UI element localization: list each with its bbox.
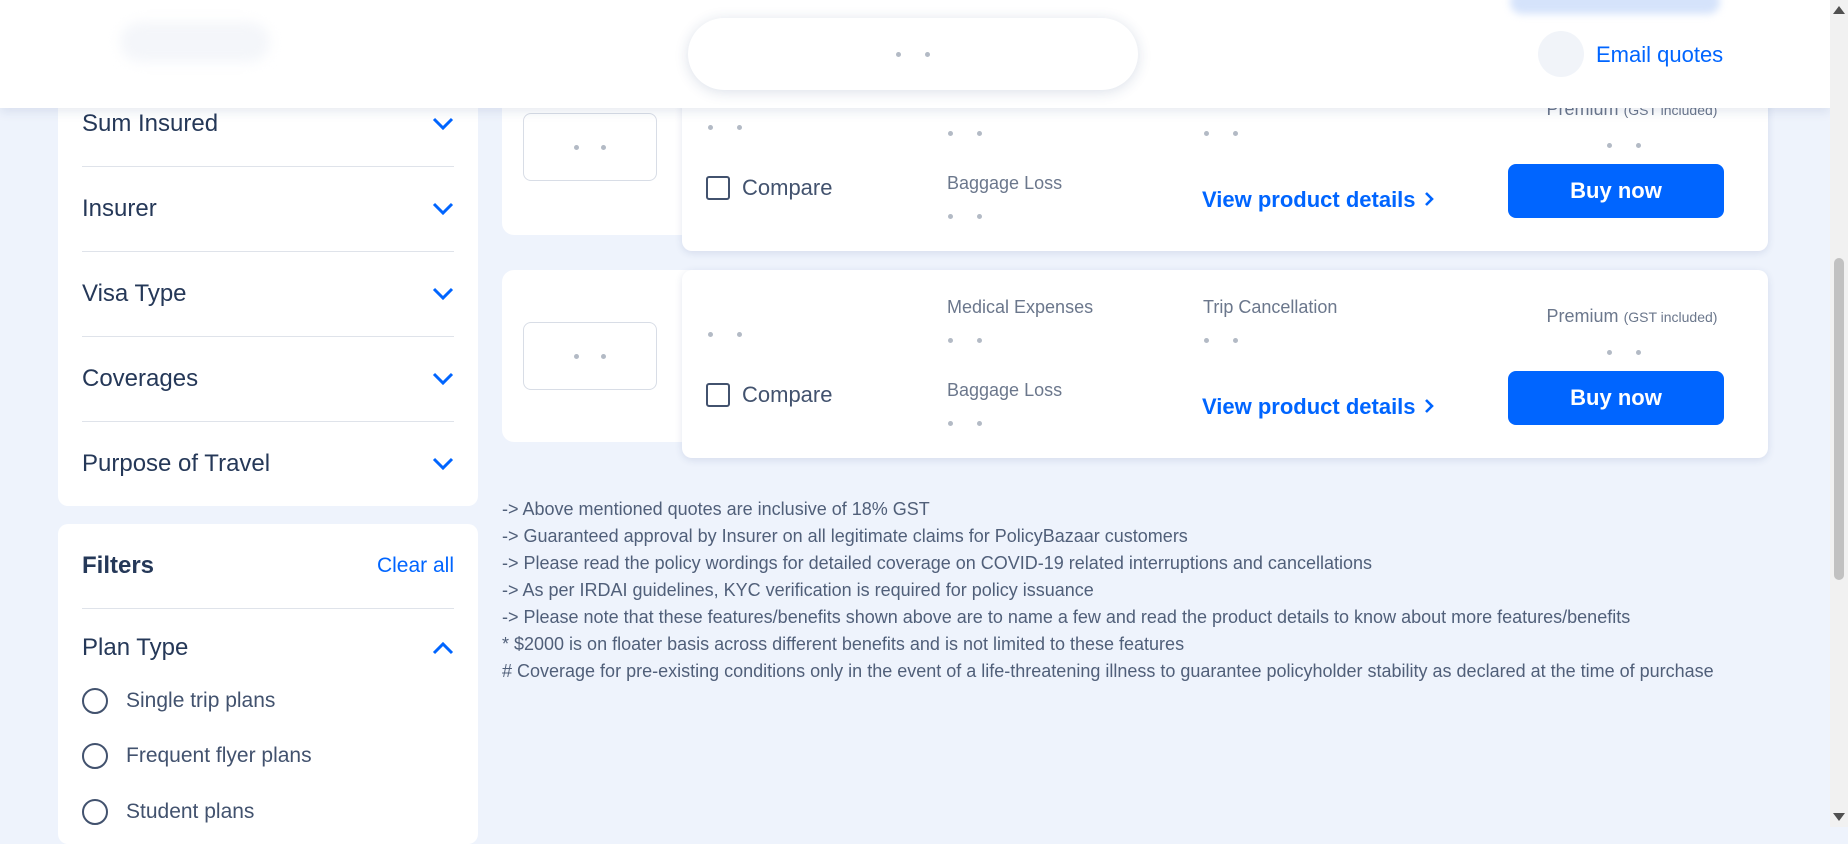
loading-dots — [708, 332, 742, 337]
loading-dots — [1607, 143, 1641, 148]
clear-all-link[interactable]: Clear all — [377, 554, 454, 578]
quote-details: Medical Expenses Trip Cancellation Compa… — [682, 270, 1768, 458]
brand-logo[interactable] — [120, 22, 270, 62]
feature-label: Medical Expenses — [947, 297, 1094, 317]
note-line: -> Please note that these features/benef… — [502, 607, 1631, 627]
note-line: -> Guaranteed approval by Insurer on all… — [502, 526, 1188, 546]
accordion-label: Coverages — [82, 365, 199, 392]
accordion-coverages[interactable]: Coverages — [82, 337, 454, 422]
loading-dots — [948, 338, 982, 343]
radio-button[interactable] — [82, 688, 108, 714]
plan-option-label: Student plans — [126, 800, 255, 823]
loading-dots — [948, 131, 982, 136]
note-line: -> Above mentioned quotes are inclusive … — [502, 499, 930, 519]
chevron-right-icon — [1424, 394, 1434, 420]
checkbox[interactable] — [706, 383, 730, 407]
chevron-up-icon — [432, 641, 454, 655]
filters-card: Filters Clear all Plan Type Single trip … — [58, 524, 478, 844]
filters-title: Filters — [82, 552, 155, 579]
loading-dots — [1607, 350, 1641, 355]
feature-label: Baggage Loss — [947, 173, 1063, 193]
loading-dots — [948, 421, 982, 426]
radio-button[interactable] — [82, 799, 108, 825]
compare-checkbox[interactable]: Compare — [706, 382, 832, 408]
plan-option-single-trip[interactable]: Single trip plans — [82, 688, 275, 714]
loading-dots — [1204, 338, 1238, 343]
chevron-down-icon — [432, 202, 454, 216]
accordion-label: Visa Type — [82, 280, 187, 307]
note-line: * $2000 is on floater basis across diffe… — [502, 634, 1185, 654]
email-icon[interactable] — [1538, 31, 1584, 77]
loading-dots — [948, 214, 982, 219]
checkbox[interactable] — [706, 176, 730, 200]
chevron-down-icon — [432, 287, 454, 301]
premium-label: Premium (GST included) — [1532, 306, 1732, 327]
disclaimer-notes: -> Above mentioned quotes are inclusive … — [502, 496, 1714, 685]
insurer-logo-placeholder — [523, 322, 657, 390]
premium-text: Premium — [1546, 306, 1619, 326]
compare-label: Compare — [742, 175, 833, 200]
plan-option-label: Single trip plans — [126, 689, 276, 712]
plan-option-label: Frequent flyer plans — [126, 744, 312, 767]
scroll-up-arrow-icon[interactable] — [1833, 6, 1845, 14]
loading-dots — [896, 51, 930, 57]
accordion-label: Purpose of Travel — [82, 450, 271, 477]
note-line: -> As per IRDAI guidelines, KYC verifica… — [502, 580, 1094, 600]
header-button-shadow — [1510, 0, 1720, 14]
email-quotes-link[interactable]: Email quotes — [1596, 42, 1723, 68]
buy-now-button[interactable]: Buy now — [1508, 164, 1724, 218]
plan-type-header[interactable]: Plan Type — [82, 634, 454, 662]
note-line: -> Please read the policy wordings for d… — [502, 553, 1372, 573]
view-product-details-link[interactable]: View product details — [1202, 394, 1434, 420]
accordion-purpose-of-travel[interactable]: Purpose of Travel — [82, 422, 454, 506]
accordion-visa-type[interactable]: Visa Type — [82, 252, 454, 337]
gst-note: (GST included) — [1623, 309, 1718, 325]
chevron-down-icon — [432, 457, 454, 471]
scrollbar-thumb[interactable] — [1834, 258, 1844, 580]
accordion-insurer[interactable]: Insurer — [82, 167, 454, 252]
plan-option-frequent-flyer[interactable]: Frequent flyer plans — [82, 743, 312, 769]
loading-dots — [1204, 131, 1238, 136]
sidebar-accordion-card: Sum Insured Insurer Visa Type Coverages … — [58, 82, 478, 506]
accordion-label: Sum Insured — [82, 110, 219, 137]
insurer-logo-panel — [502, 270, 692, 442]
insurer-logo-placeholder — [523, 113, 657, 181]
chevron-down-icon — [432, 372, 454, 386]
accordion-label: Insurer — [82, 195, 157, 222]
view-details-label: View product details — [1202, 187, 1416, 212]
view-details-label: View product details — [1202, 394, 1416, 419]
plan-option-student[interactable]: Student plans — [82, 799, 254, 825]
plan-type-label: Plan Type — [82, 634, 189, 661]
note-line: # Coverage for pre-existing conditions o… — [502, 661, 1714, 681]
compare-label: Compare — [742, 382, 833, 407]
vertical-scrollbar[interactable] — [1830, 0, 1848, 827]
loading-dots — [708, 125, 742, 130]
quote-card: Medical Expenses Trip Cancellation Compa… — [502, 270, 1768, 458]
view-product-details-link[interactable]: View product details — [1202, 187, 1434, 213]
chevron-right-icon — [1424, 187, 1434, 213]
filters-header: Filters Clear all — [82, 524, 454, 609]
loading-pill — [688, 18, 1138, 90]
radio-button[interactable] — [82, 743, 108, 769]
feature-label: Trip Cancellation — [1203, 297, 1338, 317]
buy-now-button[interactable]: Buy now — [1508, 371, 1724, 425]
feature-label: Baggage Loss — [947, 380, 1063, 400]
scroll-down-arrow-icon[interactable] — [1833, 813, 1845, 821]
chevron-down-icon — [432, 117, 454, 131]
sticky-header: Email quotes — [0, 0, 1830, 108]
compare-checkbox[interactable]: Compare — [706, 175, 832, 201]
